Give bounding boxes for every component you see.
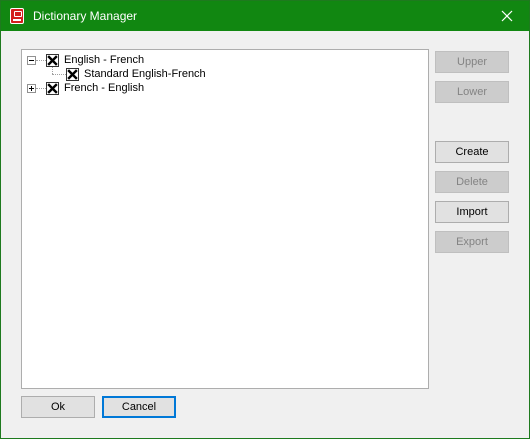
tree-node-standard-english-french[interactable]: Standard English-French: [22, 67, 322, 81]
upper-button[interactable]: Upper: [435, 51, 509, 73]
tree-node-french-english[interactable]: French - English: [22, 81, 322, 95]
tree-node-label: Standard English-French: [84, 68, 206, 80]
delete-button[interactable]: Delete: [435, 171, 509, 193]
title-bar[interactable]: Dictionary Manager: [1, 1, 529, 31]
collapse-toggle-icon[interactable]: [27, 56, 36, 65]
tree-node-label: English - French: [64, 54, 145, 66]
x-mark-icon[interactable]: [66, 68, 79, 81]
cancel-button[interactable]: Cancel: [102, 396, 176, 418]
expand-toggle-icon[interactable]: [27, 84, 36, 93]
dictionary-manager-window: Dictionary Manager English - French Stan…: [0, 0, 530, 439]
create-button[interactable]: Create: [435, 141, 509, 163]
ok-button[interactable]: Ok: [21, 396, 95, 418]
import-button[interactable]: Import: [435, 201, 509, 223]
x-mark-icon[interactable]: [46, 54, 59, 67]
tree-node-english-french[interactable]: English - French: [22, 53, 322, 67]
close-icon: [501, 10, 513, 22]
tree-node-label: French - English: [64, 82, 145, 94]
close-button[interactable]: [485, 1, 529, 31]
app-icon: [10, 8, 24, 24]
export-button[interactable]: Export: [435, 231, 509, 253]
x-mark-icon[interactable]: [46, 82, 59, 95]
window-title: Dictionary Manager: [33, 9, 138, 23]
dictionary-tree[interactable]: English - French Standard English-French…: [21, 49, 429, 389]
lower-button[interactable]: Lower: [435, 81, 509, 103]
